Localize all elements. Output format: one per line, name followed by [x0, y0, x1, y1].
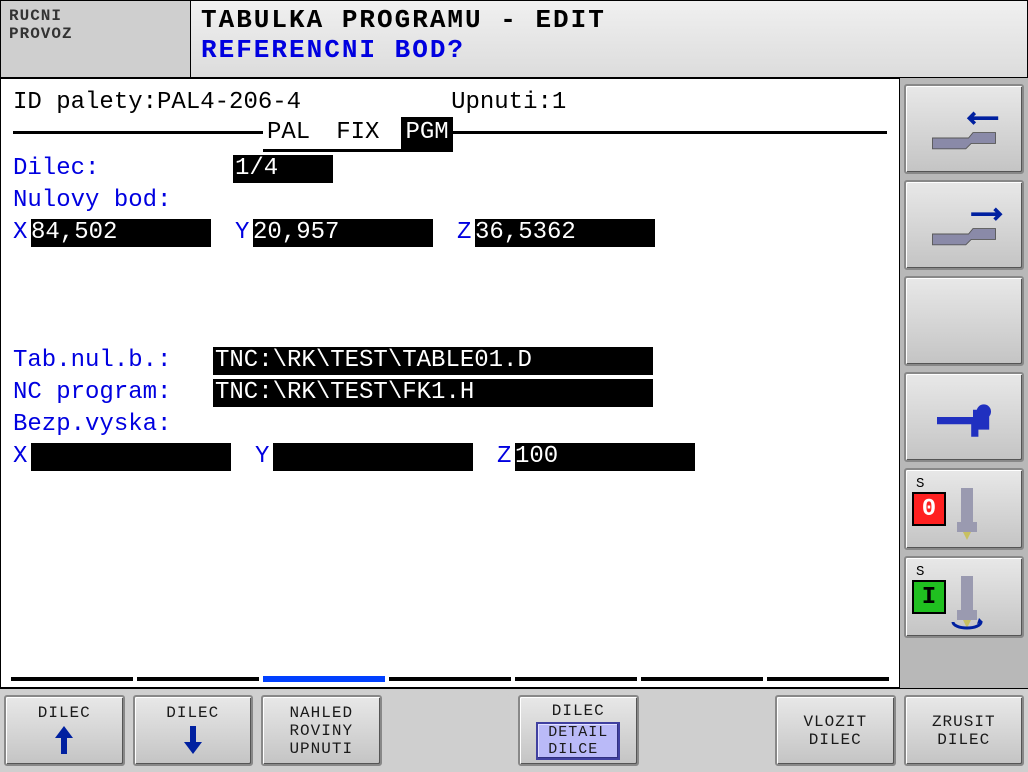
bezp-y-value[interactable]: [273, 443, 473, 471]
softkey-coolant[interactable]: [904, 372, 1024, 462]
f4-btn-l1: DETAIL: [548, 724, 608, 741]
x-label: X: [13, 217, 31, 249]
mode-line2: PROVOZ: [9, 25, 182, 43]
ncprog-label: NC program:: [13, 377, 213, 409]
ncprog-value[interactable]: TNC:\RK\TEST\FK1.H: [213, 379, 653, 407]
softkey-dilec-down[interactable]: DILEC: [133, 695, 254, 766]
mode-indicator: RUCNI PROVOZ: [1, 1, 191, 77]
tab-pal[interactable]: PAL: [263, 117, 314, 152]
arrow-up-icon: [51, 722, 77, 758]
f5-l2: DILEC: [809, 731, 862, 749]
header-bar: RUCNI PROVOZ TABULKA PROGRAMU - EDIT REF…: [0, 0, 1028, 78]
faucet-icon: [919, 387, 1009, 447]
z-value[interactable]: 36,5362: [475, 219, 655, 247]
arrow-down-icon: [180, 722, 206, 758]
page-indicator: [11, 677, 889, 683]
title-area: TABULKA PROGRAMU - EDIT REFERENCNI BOD?: [191, 1, 1027, 77]
bezp-z-value[interactable]: 100: [515, 443, 695, 471]
softkey-vlozit[interactable]: VLOZIT DILEC: [775, 695, 896, 766]
bezp-x-label: X: [13, 441, 31, 473]
mode-line1: RUCNI: [9, 7, 182, 25]
id-value: PAL4-206-4: [157, 87, 301, 119]
y-label: Y: [235, 217, 253, 249]
dilec-label: Dilec:: [13, 153, 233, 185]
tool-left-arrow-icon: [919, 99, 1009, 159]
tab-pgm[interactable]: PGM: [401, 117, 452, 152]
f4-l1: DILEC: [552, 702, 605, 720]
f6-l2: DILEC: [937, 731, 990, 749]
nulovy-label: Nulovy bod:: [13, 185, 233, 217]
f6-l1: ZRUSIT: [932, 713, 996, 731]
tab-bar: PAL FIX PGM: [13, 117, 887, 147]
bottom-softkey-bar: DILEC DILEC NAHLED ROVINY UPNUTI DILEC D…: [0, 688, 1028, 772]
tool-right-arrow-icon: [919, 195, 1009, 255]
softkey-spindle-stop[interactable]: S 0: [904, 468, 1024, 550]
tabnul-label: Tab.nul.b.:: [13, 345, 213, 377]
screen-prompt: REFERENCNI BOD?: [201, 35, 1017, 65]
softkey-tool-right[interactable]: [904, 180, 1024, 270]
f2-label: DILEC: [166, 704, 219, 722]
dilec-value[interactable]: 1/4: [233, 155, 333, 183]
f3-l1: NAHLED: [289, 704, 353, 722]
detail-dilce-button[interactable]: DETAIL DILCE: [536, 722, 620, 760]
bezp-y-label: Y: [255, 441, 273, 473]
upnuti-label: Upnuti:: [451, 87, 552, 119]
softkey-nahled[interactable]: NAHLED ROVINY UPNUTI: [261, 695, 382, 766]
softkey-tool-left[interactable]: [904, 84, 1024, 174]
f3-l3: UPNUTI: [289, 740, 353, 758]
upnuti-value: 1: [552, 87, 566, 119]
softkey-spindle-on[interactable]: S I: [904, 556, 1024, 638]
bezp-z-label: Z: [497, 441, 515, 473]
f5-l1: VLOZIT: [803, 713, 867, 731]
spindle-tool-icon: [922, 484, 1012, 544]
id-label: ID palety:: [13, 87, 157, 119]
bezp-label: Bezp.vyska:: [13, 409, 213, 441]
f1-label: DILEC: [38, 704, 91, 722]
f3-l2: ROVINY: [289, 722, 353, 740]
main-panel: ID palety: PAL4-206-4 Upnuti: 1 PAL FIX …: [0, 78, 900, 688]
softkey-empty-1: [390, 695, 511, 766]
softkey-blank-1[interactable]: [904, 276, 1024, 366]
softkey-empty-2: [647, 695, 768, 766]
tabnul-value[interactable]: TNC:\RK\TEST\TABLE01.D: [213, 347, 653, 375]
screen-title: TABULKA PROGRAMU - EDIT: [201, 5, 1017, 35]
bezp-x-value[interactable]: [31, 443, 231, 471]
f4-btn-l2: DILCE: [548, 741, 608, 758]
softkey-detail-dilce[interactable]: DILEC DETAIL DILCE: [518, 695, 639, 766]
y-value[interactable]: 20,957: [253, 219, 433, 247]
z-label: Z: [457, 217, 475, 249]
tab-fix[interactable]: FIX: [332, 117, 383, 152]
spindle-tool-rotate-icon: [922, 572, 1012, 632]
softkey-zrusit[interactable]: ZRUSIT DILEC: [904, 695, 1025, 766]
softkey-dilec-up[interactable]: DILEC: [4, 695, 125, 766]
side-softkey-bar: S 0 S I: [900, 78, 1028, 688]
x-value[interactable]: 84,502: [31, 219, 211, 247]
